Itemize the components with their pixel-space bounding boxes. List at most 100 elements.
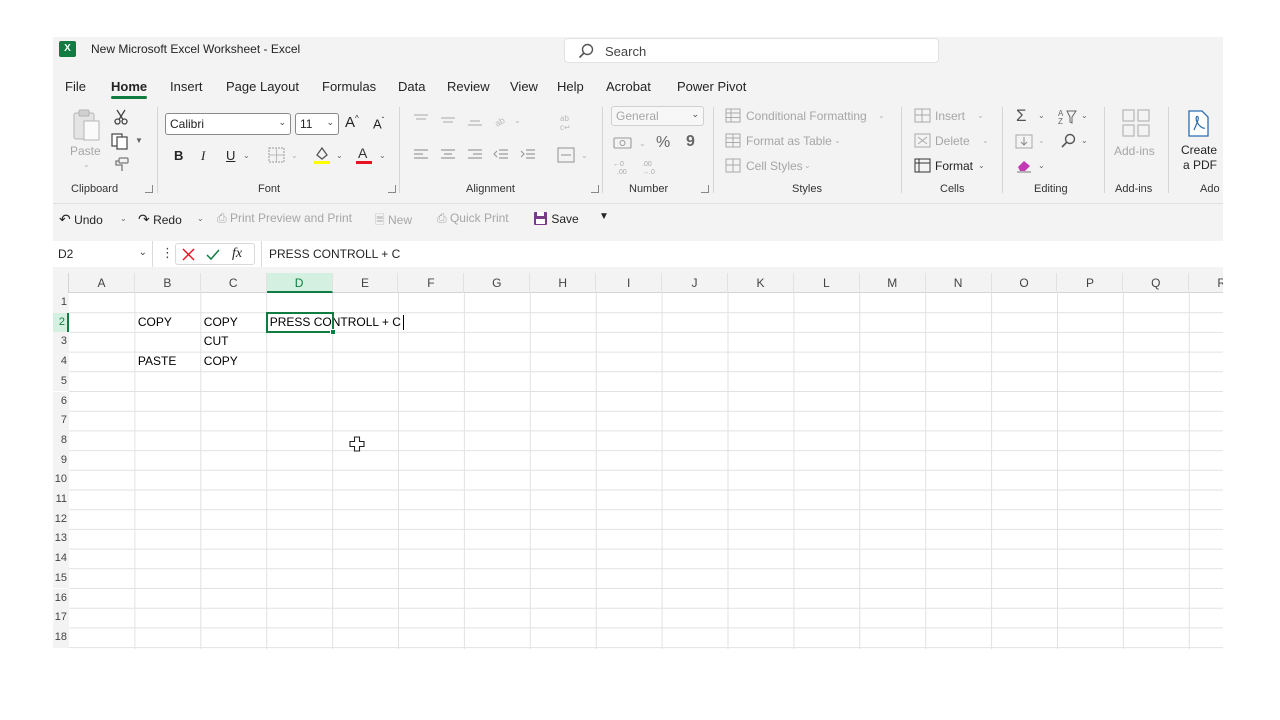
- accounting-format-icon[interactable]: [613, 135, 633, 151]
- create-pdf-icon[interactable]: [1185, 109, 1213, 139]
- clear-dropdown-icon[interactable]: ⌄: [1038, 161, 1045, 170]
- underline-dropdown-icon[interactable]: ⌄: [243, 151, 250, 160]
- column-header-n[interactable]: N: [926, 273, 992, 293]
- column-header-l[interactable]: L: [794, 273, 860, 293]
- format-cells-icon[interactable]: [914, 158, 931, 173]
- borders-icon[interactable]: [268, 147, 285, 163]
- paste-icon[interactable]: [71, 109, 103, 143]
- create-pdf-line2[interactable]: a PDF: [1183, 158, 1217, 172]
- font-family-select[interactable]: Calibri ⌄: [165, 113, 291, 135]
- fill-color-dropdown-icon[interactable]: ⌄: [336, 151, 343, 160]
- row-header-6[interactable]: 6: [53, 391, 69, 412]
- quick-print-button[interactable]: ⎙ Quick Print: [437, 211, 509, 226]
- select-all-corner[interactable]: [53, 273, 69, 293]
- borders-dropdown-icon[interactable]: ⌄: [291, 151, 298, 160]
- save-button[interactable]: Save: [533, 211, 579, 226]
- number-format-select[interactable]: General ⌄: [611, 106, 704, 126]
- row-header-3[interactable]: 3: [53, 332, 69, 353]
- row-header-10[interactable]: 10: [53, 470, 69, 490]
- new-button[interactable]: 🗏 New: [375, 211, 412, 232]
- delete-cells-button[interactable]: Delete: [935, 134, 970, 148]
- bottom-align-icon[interactable]: [467, 113, 483, 127]
- undo-button[interactable]: ↶ Undo: [59, 211, 103, 228]
- row-header-17[interactable]: 17: [53, 608, 69, 628]
- column-header-h[interactable]: H: [530, 273, 597, 293]
- merge-center-icon[interactable]: [557, 147, 575, 163]
- tab-acrobat[interactable]: Acrobat: [606, 79, 651, 94]
- formula-input[interactable]: PRESS CONTROLL + C: [261, 241, 1223, 267]
- active-cell-border[interactable]: [265, 311, 336, 336]
- row-header-5[interactable]: 5: [53, 371, 69, 392]
- conditional-formatting-icon[interactable]: [725, 108, 741, 123]
- find-select-icon[interactable]: [1060, 133, 1078, 149]
- tab-file[interactable]: File: [65, 79, 86, 94]
- row-header-2[interactable]: 2: [53, 312, 69, 333]
- increase-font-size-icon[interactable]: A^: [345, 114, 359, 131]
- cell-c3[interactable]: CUT: [201, 332, 229, 351]
- cell-styles-icon[interactable]: [725, 158, 741, 173]
- row-header-16[interactable]: 16: [53, 588, 69, 609]
- add-ins-button[interactable]: Add-ins: [1114, 144, 1155, 158]
- row-header-12[interactable]: 12: [53, 509, 69, 530]
- align-center-icon[interactable]: [440, 148, 456, 162]
- row-header-13[interactable]: 13: [53, 529, 69, 550]
- tab-review[interactable]: Review: [447, 79, 490, 94]
- comma-style-button[interactable]: 9: [686, 133, 695, 151]
- column-header-b[interactable]: B: [135, 273, 201, 293]
- column-header-c[interactable]: C: [201, 273, 267, 293]
- row-header-15[interactable]: 15: [53, 568, 69, 589]
- merge-dropdown-icon[interactable]: ⌄: [581, 151, 588, 160]
- copy-icon[interactable]: [111, 133, 129, 150]
- format-cells-button[interactable]: Format: [935, 159, 973, 173]
- cell-styles-button[interactable]: Cell Styles: [746, 159, 803, 173]
- number-launcher-icon[interactable]: [701, 185, 709, 193]
- align-right-icon[interactable]: [467, 148, 483, 162]
- add-ins-icon[interactable]: [1121, 108, 1151, 138]
- format-cells-dropdown-icon[interactable]: ⌄: [978, 161, 985, 170]
- percent-style-button[interactable]: %: [656, 134, 670, 152]
- insert-cells-button[interactable]: Insert: [935, 109, 965, 123]
- decrease-indent-icon[interactable]: [493, 148, 509, 162]
- redo-dropdown-icon[interactable]: ⌄: [197, 214, 204, 223]
- fill-dropdown-icon[interactable]: ⌄: [1038, 136, 1045, 145]
- conditional-formatting-dropdown-icon[interactable]: ⌄: [878, 111, 885, 120]
- middle-align-icon[interactable]: [440, 113, 456, 127]
- column-header-r[interactable]: R: [1189, 273, 1223, 293]
- clear-icon[interactable]: [1015, 158, 1033, 173]
- bold-button[interactable]: B: [174, 148, 183, 163]
- increase-decimal-icon[interactable]: ←0.00: [613, 159, 633, 175]
- column-header-k[interactable]: K: [728, 273, 794, 293]
- format-painter-icon[interactable]: [113, 157, 129, 172]
- cell-c2[interactable]: COPY: [201, 313, 238, 332]
- cell-b2[interactable]: COPY: [135, 313, 172, 332]
- cell-c4[interactable]: COPY: [201, 352, 238, 371]
- delete-cells-dropdown-icon[interactable]: ⌄: [982, 136, 989, 145]
- format-as-table-icon[interactable]: [725, 133, 741, 148]
- tab-formulas[interactable]: Formulas: [322, 79, 376, 94]
- column-header-g[interactable]: G: [464, 273, 531, 293]
- cell-styles-dropdown-icon[interactable]: ⌄: [804, 161, 811, 170]
- autosum-dropdown-icon[interactable]: ⌄: [1038, 111, 1045, 120]
- autosum-icon[interactable]: Σ: [1016, 106, 1027, 126]
- more-options-icon[interactable]: ⋮: [161, 245, 174, 261]
- enter-check-icon[interactable]: [206, 248, 220, 261]
- cells-area[interactable]: COPY COPY PRESS CONTROLL + C CUT PASTE COPY: [69, 293, 1223, 649]
- italic-button[interactable]: I: [201, 148, 205, 164]
- copy-dropdown-icon[interactable]: ▼: [135, 136, 143, 145]
- top-align-icon[interactable]: [413, 113, 429, 127]
- insert-function-button[interactable]: fx: [232, 246, 242, 262]
- find-select-dropdown-icon[interactable]: ⌄: [1081, 136, 1088, 145]
- tab-data[interactable]: Data: [398, 79, 425, 94]
- delete-cells-icon[interactable]: [914, 133, 931, 148]
- sort-filter-icon[interactable]: AZ: [1058, 108, 1078, 125]
- column-header-j[interactable]: J: [662, 273, 728, 293]
- decrease-font-size-icon[interactable]: Aˇ: [373, 116, 384, 131]
- fill-handle[interactable]: [329, 329, 336, 336]
- name-box[interactable]: D2 ⌄: [53, 241, 153, 267]
- font-color-icon[interactable]: A: [355, 145, 373, 165]
- decrease-decimal-icon[interactable]: .00→.0: [640, 159, 660, 175]
- format-as-table-button[interactable]: Format as Table: [746, 134, 832, 148]
- row-header-4[interactable]: 4: [53, 352, 69, 372]
- column-header-m[interactable]: M: [860, 273, 926, 293]
- column-header-a[interactable]: A: [69, 273, 135, 293]
